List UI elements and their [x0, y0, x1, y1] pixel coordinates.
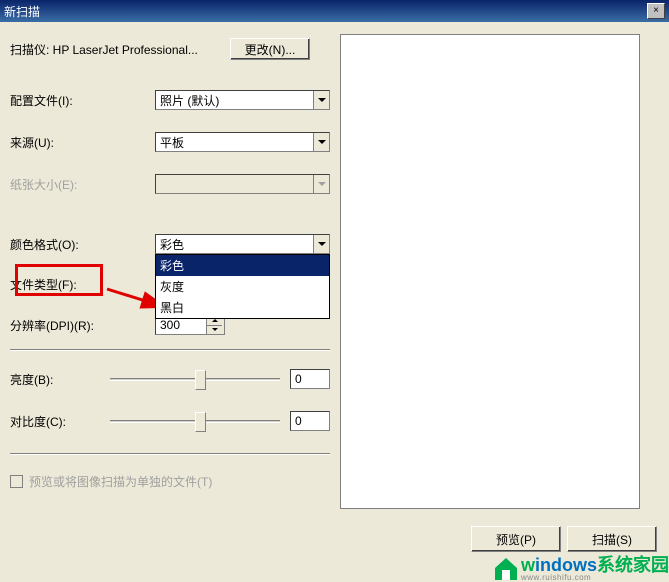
- color-format-label: 颜色格式(O):: [10, 236, 155, 253]
- brightness-row: 亮度(B):: [10, 369, 330, 389]
- color-format-value: 彩色: [156, 236, 313, 253]
- window-title: 新扫描: [4, 3, 40, 20]
- profile-label: 配置文件(I):: [10, 92, 155, 109]
- spinner-down-icon[interactable]: [206, 326, 222, 335]
- watermark-indows: indows: [535, 555, 597, 575]
- source-select[interactable]: 平板: [155, 132, 330, 152]
- paper-size-row: 纸张大小(E):: [10, 174, 330, 194]
- source-value: 平板: [156, 134, 313, 151]
- watermark-cn: 系统家园: [597, 555, 669, 575]
- scanner-label: 扫描仪: HP LaserJet Professional...: [10, 41, 230, 58]
- scanner-row: 扫描仪: HP LaserJet Professional... 更改(N)..…: [10, 38, 330, 60]
- separate-files-label: 预览或将图像扫描为单独的文件(T): [29, 473, 212, 490]
- file-type-label: 文件类型(F):: [10, 276, 155, 293]
- watermark-w: w: [521, 555, 535, 575]
- preview-button[interactable]: 预览(P): [471, 526, 561, 552]
- watermark-url: www.ruishifu.com: [521, 574, 669, 582]
- scanner-name: HP LaserJet Professional...: [53, 43, 198, 57]
- contrast-label: 对比度(C):: [10, 413, 110, 430]
- close-icon: ×: [653, 5, 659, 16]
- source-label: 来源(U):: [10, 134, 155, 151]
- scanner-prefix: 扫描仪:: [10, 43, 53, 57]
- contrast-slider[interactable]: [110, 411, 280, 431]
- profile-select[interactable]: 照片 (默认): [155, 90, 330, 110]
- color-format-select[interactable]: 彩色 彩色 灰度 黑白: [155, 234, 330, 254]
- watermark-text: windows系统家园 www.ruishifu.com: [521, 556, 669, 582]
- dpi-label: 分辨率(DPI)(R):: [10, 317, 155, 334]
- content-area: 扫描仪: HP LaserJet Professional... 更改(N)..…: [0, 22, 669, 519]
- titlebar: 新扫描 ×: [0, 0, 669, 22]
- divider: [10, 453, 330, 455]
- source-row: 来源(U): 平板: [10, 132, 330, 152]
- watermark: windows系统家园 www.ruishifu.com: [491, 552, 669, 582]
- change-scanner-button[interactable]: 更改(N)...: [230, 38, 310, 60]
- chevron-down-icon: [313, 91, 329, 109]
- contrast-row: 对比度(C):: [10, 411, 330, 431]
- brightness-value[interactable]: [290, 369, 330, 389]
- scan-button[interactable]: 扫描(S): [567, 526, 657, 552]
- profile-row: 配置文件(I): 照片 (默认): [10, 90, 330, 110]
- dropdown-option-bw[interactable]: 黑白: [156, 297, 329, 318]
- brightness-slider[interactable]: [110, 369, 280, 389]
- house-icon: [491, 552, 521, 582]
- slider-thumb[interactable]: [195, 370, 206, 390]
- color-format-row: 颜色格式(O): 彩色 彩色 灰度 黑白: [10, 234, 330, 254]
- separate-files-row: 预览或将图像扫描为单独的文件(T): [10, 473, 330, 490]
- preview-pane: [340, 34, 640, 509]
- dropdown-option-grayscale[interactable]: 灰度: [156, 276, 329, 297]
- divider: [10, 349, 330, 351]
- dropdown-option-color[interactable]: 彩色: [156, 255, 329, 276]
- profile-value: 照片 (默认): [156, 92, 313, 109]
- chevron-down-icon: [313, 133, 329, 151]
- chevron-down-icon: [313, 235, 329, 253]
- bottom-button-bar: 预览(P) 扫描(S): [471, 526, 657, 552]
- chevron-down-icon: [313, 175, 329, 193]
- settings-pane: 扫描仪: HP LaserJet Professional... 更改(N)..…: [10, 32, 330, 509]
- slider-thumb[interactable]: [195, 412, 206, 432]
- paper-size-select: [155, 174, 330, 194]
- brightness-label: 亮度(B):: [10, 371, 110, 388]
- contrast-value[interactable]: [290, 411, 330, 431]
- separate-files-checkbox: [10, 475, 23, 488]
- close-button[interactable]: ×: [647, 3, 665, 19]
- paper-size-label: 纸张大小(E):: [10, 176, 155, 193]
- color-format-dropdown: 彩色 灰度 黑白: [155, 254, 330, 319]
